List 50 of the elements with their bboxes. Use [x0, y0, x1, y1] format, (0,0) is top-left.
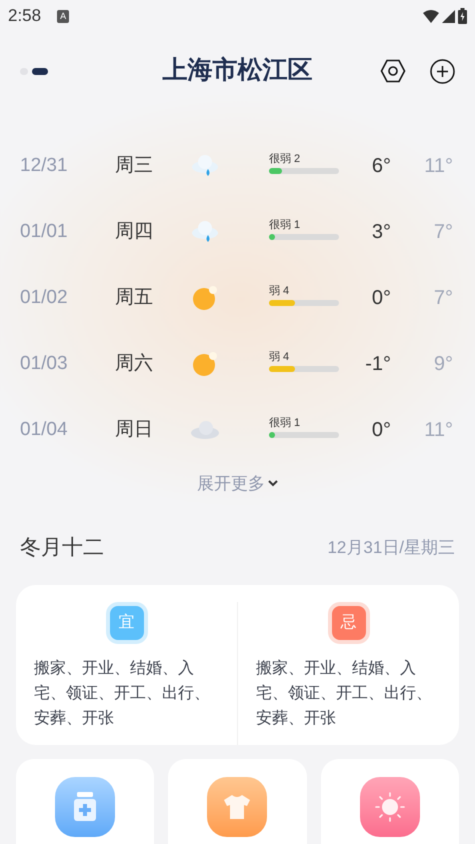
feature-card[interactable] [320, 758, 459, 844]
forecast-date: 01/01 [20, 220, 69, 244]
air-quality-label: 弱 4 [269, 350, 290, 364]
calendar-date: 12月31日/星期三 [327, 536, 455, 559]
air-quality-label: 很弱 2 [269, 152, 302, 166]
sun-icon [190, 283, 220, 313]
high-temperature: 7° [432, 220, 453, 245]
signal-icon [442, 10, 455, 22]
forecast-weekday: 周日 [115, 418, 154, 442]
sun-icon [190, 349, 220, 379]
sun-icon[interactable] [360, 776, 420, 836]
battery-icon [458, 8, 467, 24]
almanac-text: 搬家、开业、结婚、入宅、领证、开工、出行、安葬、开张 [34, 658, 211, 728]
chevron-down-icon [268, 480, 278, 488]
forecast-weekday: 周三 [115, 154, 154, 178]
low-temperature: 6° [370, 154, 391, 179]
high-temperature: 7° [432, 286, 453, 311]
high-temperature: 11° [423, 154, 453, 179]
suitable-badge: 宜 [106, 602, 148, 644]
high-temperature: 11° [423, 418, 453, 443]
cloud-icon [190, 420, 220, 440]
lunar-date: 冬月十二 [20, 534, 104, 561]
settings-icon[interactable] [380, 59, 406, 83]
medicine-bottle-icon[interactable] [55, 776, 116, 836]
city-title: 上海市松江区 [162, 55, 312, 86]
feature-card[interactable] [16, 758, 154, 844]
avoid-badge: 忌 [328, 602, 370, 644]
low-temperature: 0° [370, 418, 391, 443]
low-temperature: 0° [370, 286, 391, 311]
air-quality-label: 很弱 1 [269, 416, 302, 430]
shirt-icon[interactable] [207, 776, 268, 836]
forecast-weekday: 周四 [115, 220, 154, 244]
status-time: 2:58 [8, 5, 42, 28]
notification-badge: A [57, 10, 70, 22]
forecast-date: 01/03 [20, 352, 69, 376]
forecast-date: 12/31 [20, 154, 69, 178]
forecast-date: 01/02 [20, 286, 69, 310]
low-temperature: -1° [364, 352, 391, 377]
air-quality-label: 很弱 1 [269, 218, 302, 232]
feature-card[interactable] [168, 758, 307, 844]
high-temperature: 9° [432, 352, 453, 377]
wifi-icon [423, 10, 439, 22]
expand-more-button[interactable]: 展开更多 [197, 471, 278, 496]
air-quality-label: 弱 4 [269, 284, 290, 298]
forecast-date: 01/04 [20, 418, 69, 442]
add-icon[interactable] [430, 58, 455, 84]
low-temperature: 3° [370, 220, 391, 245]
forecast-weekday: 周五 [115, 286, 154, 310]
almanac-text: 搬家、开业、结婚、入宅、领证、开工、出行、安葬、开张 [256, 658, 433, 728]
forecast-weekday: 周六 [115, 352, 154, 376]
